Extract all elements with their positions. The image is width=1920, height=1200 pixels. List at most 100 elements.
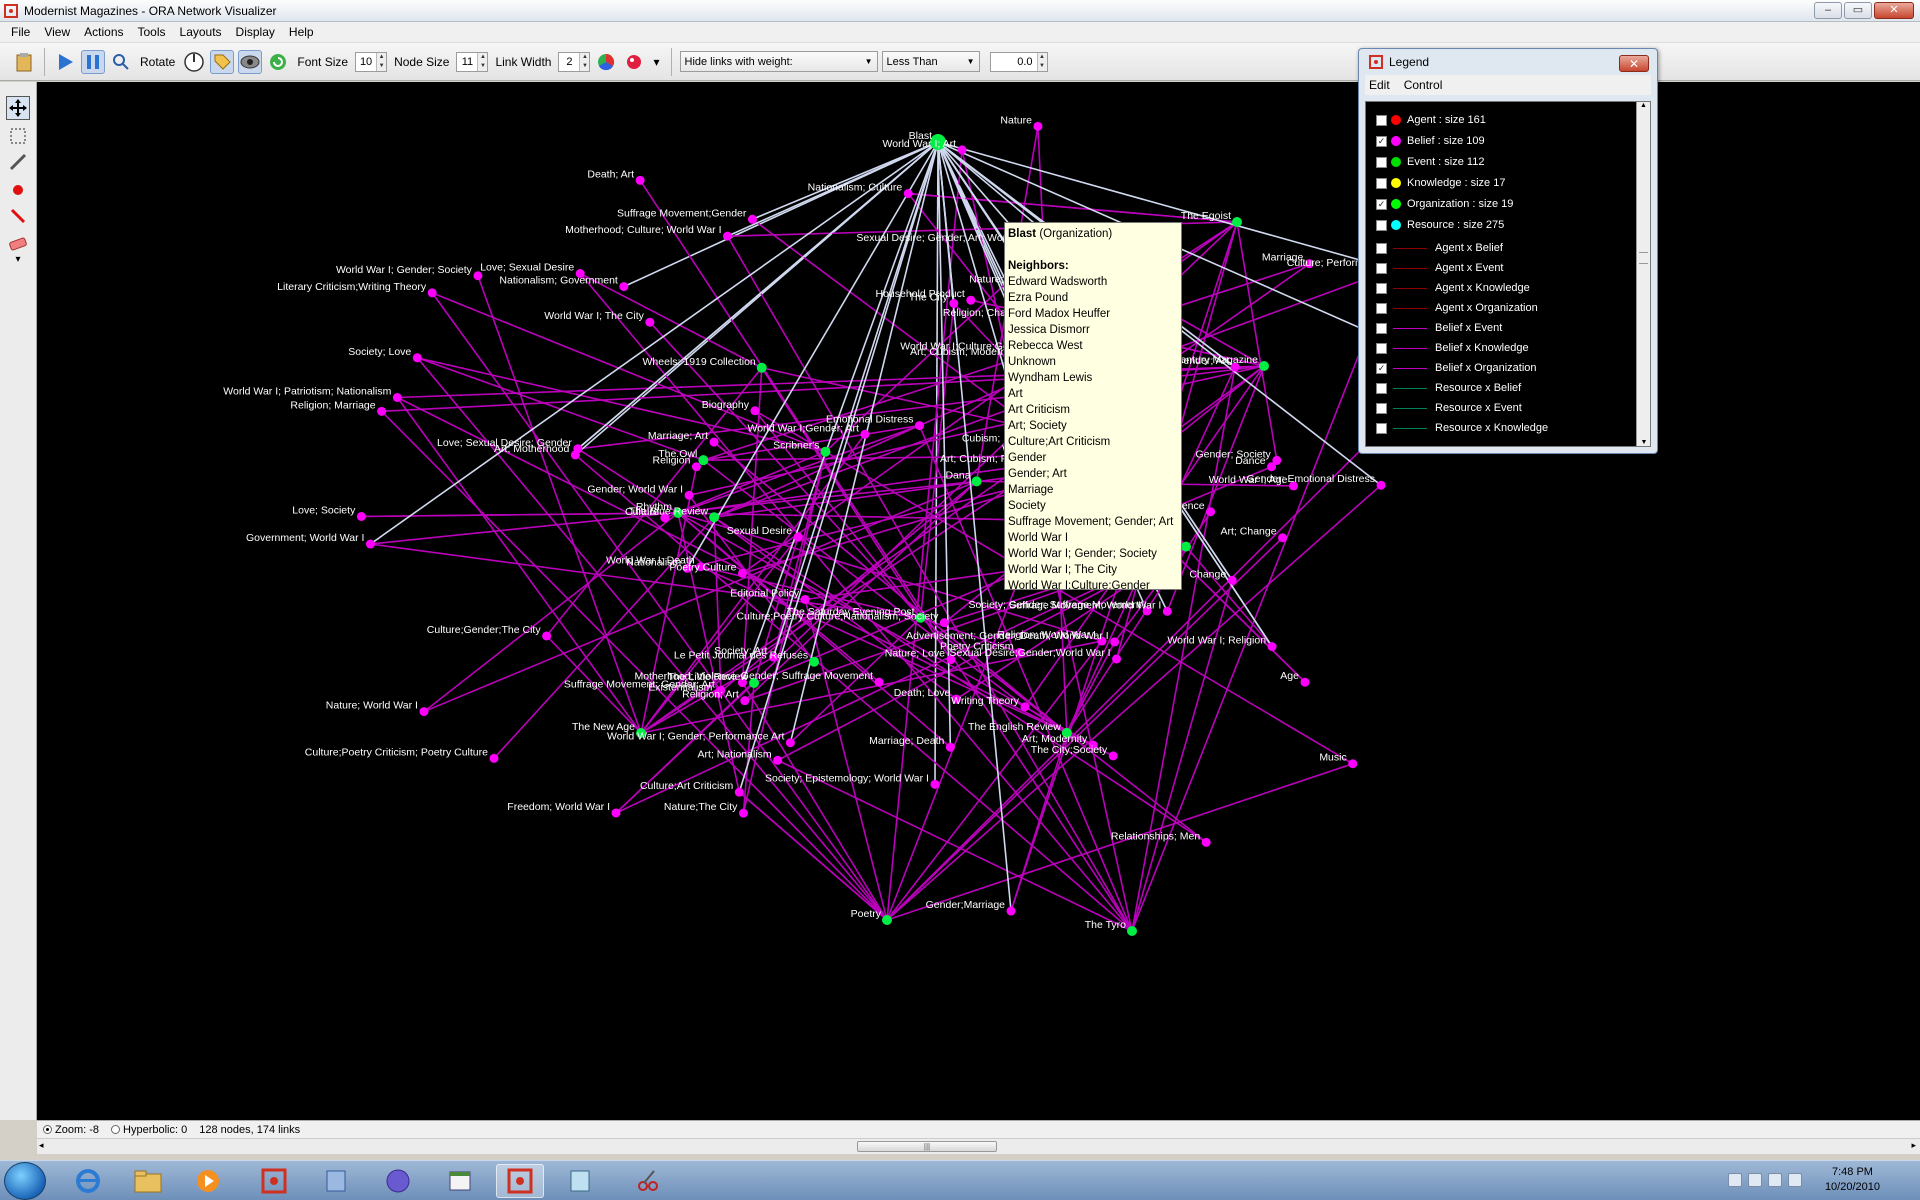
graph-node[interactable] <box>1206 507 1216 517</box>
add-node-tool[interactable] <box>6 178 30 202</box>
taskbar-app-7[interactable] <box>624 1164 672 1198</box>
menu-help[interactable]: Help <box>282 25 321 39</box>
view-toggle-button[interactable] <box>238 49 263 74</box>
graph-node[interactable] <box>914 421 924 431</box>
checkbox-checked-icon[interactable]: ✓ <box>1376 135 1387 147</box>
legend-item[interactable]: Resource x Belief <box>1376 380 1521 396</box>
zoom-button[interactable] <box>109 50 133 74</box>
legend-item[interactable]: Agent x Organization <box>1376 300 1538 316</box>
graph-node[interactable] <box>747 214 757 224</box>
graph-node[interactable] <box>1201 837 1211 847</box>
legend-item[interactable]: Agent x Belief <box>1376 240 1503 256</box>
graph-node[interactable] <box>392 392 402 402</box>
legend-item[interactable]: Belief x Knowledge <box>1376 340 1529 356</box>
taskbar-app-4[interactable] <box>436 1164 484 1198</box>
legend-item[interactable]: Belief x Event <box>1376 320 1502 336</box>
play-button[interactable] <box>53 50 77 74</box>
checkbox-checked-icon[interactable]: ✓ <box>1376 198 1387 210</box>
flag-icon[interactable] <box>1728 1173 1742 1187</box>
spinner-arrows-icon[interactable]: ▲ ▼ <box>579 52 590 71</box>
legend-item[interactable]: Agent x Event <box>1376 260 1504 276</box>
graph-node[interactable] <box>542 631 552 641</box>
graph-node[interactable] <box>709 437 719 447</box>
graph-node[interactable] <box>709 512 720 523</box>
legend-item[interactable]: Resource x Knowledge <box>1376 420 1548 436</box>
graph-node[interactable] <box>645 317 655 327</box>
graph-node[interactable] <box>1020 702 1030 712</box>
checkbox-icon[interactable] <box>1376 177 1387 189</box>
node-size-spinner[interactable]: 11 ▲ ▼ <box>456 51 489 72</box>
zoom-radio[interactable]: Zoom: -8 <box>43 1124 99 1136</box>
scroll-down-icon[interactable]: ▼ <box>1637 439 1651 446</box>
graph-node[interactable] <box>738 808 748 818</box>
graph-node[interactable] <box>945 742 955 752</box>
graph-node[interactable] <box>793 532 803 542</box>
checkbox-icon[interactable] <box>1376 382 1387 394</box>
graph-node[interactable] <box>1108 751 1118 761</box>
graph-node[interactable] <box>684 490 694 500</box>
legend-item[interactable]: ✓ Belief : size 109 <box>1376 133 1485 149</box>
graph-node[interactable] <box>860 429 870 439</box>
graph-node[interactable] <box>1110 637 1120 647</box>
graph-node[interactable] <box>734 787 744 797</box>
graph-link[interactable] <box>886 537 1284 921</box>
legend-item[interactable]: Knowledge : size 17 <box>1376 175 1505 191</box>
taskbar-ora-1[interactable] <box>250 1164 298 1198</box>
checkbox-checked-icon[interactable]: ✓ <box>1376 362 1387 374</box>
add-link-tool[interactable] <box>6 204 30 228</box>
legend-menu-edit[interactable]: Edit <box>1369 78 1390 92</box>
close-button[interactable]: ✕ <box>1874 2 1914 19</box>
select-tool[interactable] <box>6 124 30 148</box>
graph-node[interactable] <box>1278 533 1288 543</box>
graph-link[interactable] <box>741 682 888 921</box>
taskbar-explorer[interactable] <box>124 1164 172 1198</box>
minimize-button[interactable]: – <box>1814 2 1842 19</box>
menu-layouts[interactable]: Layouts <box>173 25 229 39</box>
legend-item[interactable]: ✓ Belief x Organization <box>1376 360 1537 376</box>
scroll-right-icon[interactable]: ▸ <box>1911 1140 1916 1151</box>
graph-node[interactable] <box>1112 654 1122 664</box>
taskbar-app-3[interactable] <box>374 1164 422 1198</box>
scroll-up-icon[interactable]: ▲ <box>1637 102 1650 109</box>
graph-node[interactable] <box>1259 361 1269 371</box>
legend-item[interactable]: Agent x Knowledge <box>1376 280 1530 296</box>
graph-node[interactable] <box>1006 906 1016 916</box>
graph-node[interactable] <box>1033 121 1043 131</box>
graph-node[interactable] <box>412 353 422 363</box>
threshold-spinner[interactable]: 0.0 ▲ ▼ <box>989 51 1048 72</box>
graph-node[interactable] <box>356 511 366 521</box>
graph-node[interactable] <box>1227 575 1237 585</box>
rotate-dial[interactable] <box>182 50 206 74</box>
move-tool[interactable] <box>6 96 30 120</box>
graph-node[interactable] <box>930 779 940 789</box>
legend-menu-control[interactable]: Control <box>1404 78 1443 92</box>
legend-item[interactable]: ✓ Organization : size 19 <box>1376 196 1513 212</box>
graph-node[interactable] <box>611 808 621 818</box>
refresh-button[interactable] <box>266 50 290 74</box>
legend-scrollbar[interactable]: ▲ ▼ <box>1636 102 1650 446</box>
scroll-thumb[interactable]: ||| <box>857 1141 997 1152</box>
menu-view[interactable]: View <box>37 25 77 39</box>
graph-node[interactable] <box>1348 759 1358 769</box>
link-width-spinner[interactable]: 2 ▲ ▼ <box>558 51 591 72</box>
network-icon[interactable] <box>1768 1173 1782 1187</box>
graph-node[interactable] <box>427 288 437 298</box>
checkbox-icon[interactable] <box>1376 114 1387 126</box>
graph-link[interactable] <box>713 517 722 691</box>
color-wheel-button[interactable] <box>594 50 618 74</box>
scroll-left-icon[interactable]: ◂ <box>39 1140 44 1151</box>
graph-node[interactable] <box>1267 462 1277 472</box>
taskbar-media[interactable] <box>184 1164 232 1198</box>
graph-node[interactable] <box>1232 217 1242 227</box>
menu-tools[interactable]: Tools <box>131 25 173 39</box>
clipboard-button[interactable] <box>12 50 36 74</box>
graph-node[interactable] <box>939 618 949 628</box>
checkbox-icon[interactable] <box>1376 156 1387 168</box>
legend-close-button[interactable]: ✕ <box>1619 55 1649 72</box>
graph-node[interactable] <box>365 539 375 549</box>
hyperbolic-radio[interactable]: Hyperbolic: 0 <box>111 1124 187 1136</box>
checkbox-icon[interactable] <box>1376 342 1387 354</box>
legend-item[interactable]: Resource : size 275 <box>1376 217 1504 233</box>
start-button[interactable] <box>4 1162 46 1200</box>
spinner-arrows-icon[interactable]: ▲ ▼ <box>1036 52 1047 71</box>
